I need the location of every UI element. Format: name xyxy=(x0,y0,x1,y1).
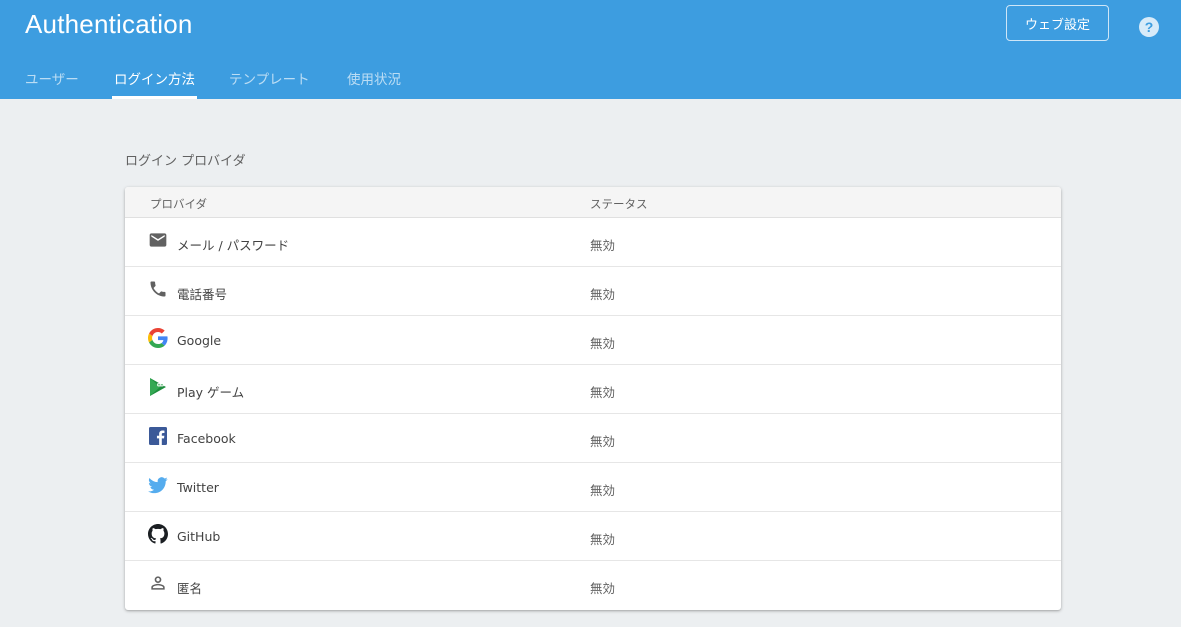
provider-name: Play ゲーム xyxy=(177,385,245,400)
facebook-icon xyxy=(148,426,168,446)
tab-sign-in-method[interactable]: ログイン方法 xyxy=(112,58,197,99)
column-header-provider: プロバイダ xyxy=(150,197,208,211)
provider-row-twitter[interactable]: Twitter 無効 xyxy=(125,463,1061,512)
table-header: プロバイダ ステータス xyxy=(125,187,1061,218)
twitter-icon xyxy=(148,475,168,495)
provider-name: Twitter xyxy=(177,480,219,495)
tab-templates[interactable]: テンプレート xyxy=(229,58,310,99)
provider-name: 電話番号 xyxy=(177,287,228,302)
provider-status: 無効 xyxy=(590,238,616,253)
provider-name: Google xyxy=(177,333,222,348)
provider-row-play-games[interactable]: Play ゲーム 無効 xyxy=(125,365,1061,414)
provider-status: 無効 xyxy=(590,483,616,498)
provider-name: Facebook xyxy=(177,431,236,446)
phone-icon xyxy=(148,279,168,299)
app-header: Authentication ウェブ設定 ? ユーザー ログイン方法 テンプレー… xyxy=(0,0,1181,99)
provider-status: 無効 xyxy=(590,287,616,302)
tab-users[interactable]: ユーザー xyxy=(25,58,79,99)
google-icon xyxy=(148,328,168,348)
provider-row-facebook[interactable]: Facebook 無効 xyxy=(125,414,1061,463)
anonymous-icon xyxy=(148,573,168,593)
tab-bar: ユーザー ログイン方法 テンプレート 使用状況 xyxy=(0,58,1181,99)
tab-usage[interactable]: 使用状況 xyxy=(347,58,401,99)
email-icon xyxy=(148,230,168,250)
provider-row-google[interactable]: Google 無効 xyxy=(125,316,1061,365)
provider-status: 無効 xyxy=(590,532,616,547)
provider-row-phone[interactable]: 電話番号 無効 xyxy=(125,267,1061,316)
provider-name: 匿名 xyxy=(177,581,203,596)
provider-status: 無効 xyxy=(590,581,616,596)
providers-table: プロバイダ ステータス メール / パスワード 無効 電話番号 無効 Googl… xyxy=(125,187,1061,610)
provider-row-github[interactable]: GitHub 無効 xyxy=(125,512,1061,561)
provider-row-anonymous[interactable]: 匿名 無効 xyxy=(125,561,1061,610)
provider-name: GitHub xyxy=(177,529,221,544)
section-title: ログイン プロバイダ xyxy=(125,154,246,169)
github-icon xyxy=(148,524,168,544)
provider-status: 無効 xyxy=(590,434,616,449)
web-setup-button[interactable]: ウェブ設定 xyxy=(1006,5,1109,41)
provider-row-email[interactable]: メール / パスワード 無効 xyxy=(125,218,1061,267)
provider-status: 無効 xyxy=(590,336,616,351)
play-games-icon xyxy=(148,377,168,397)
provider-status: 無効 xyxy=(590,385,616,400)
page-title: Authentication xyxy=(25,9,193,39)
column-header-status: ステータス xyxy=(590,197,648,211)
help-icon[interactable]: ? xyxy=(1139,17,1159,37)
provider-name: メール / パスワード xyxy=(177,238,290,253)
